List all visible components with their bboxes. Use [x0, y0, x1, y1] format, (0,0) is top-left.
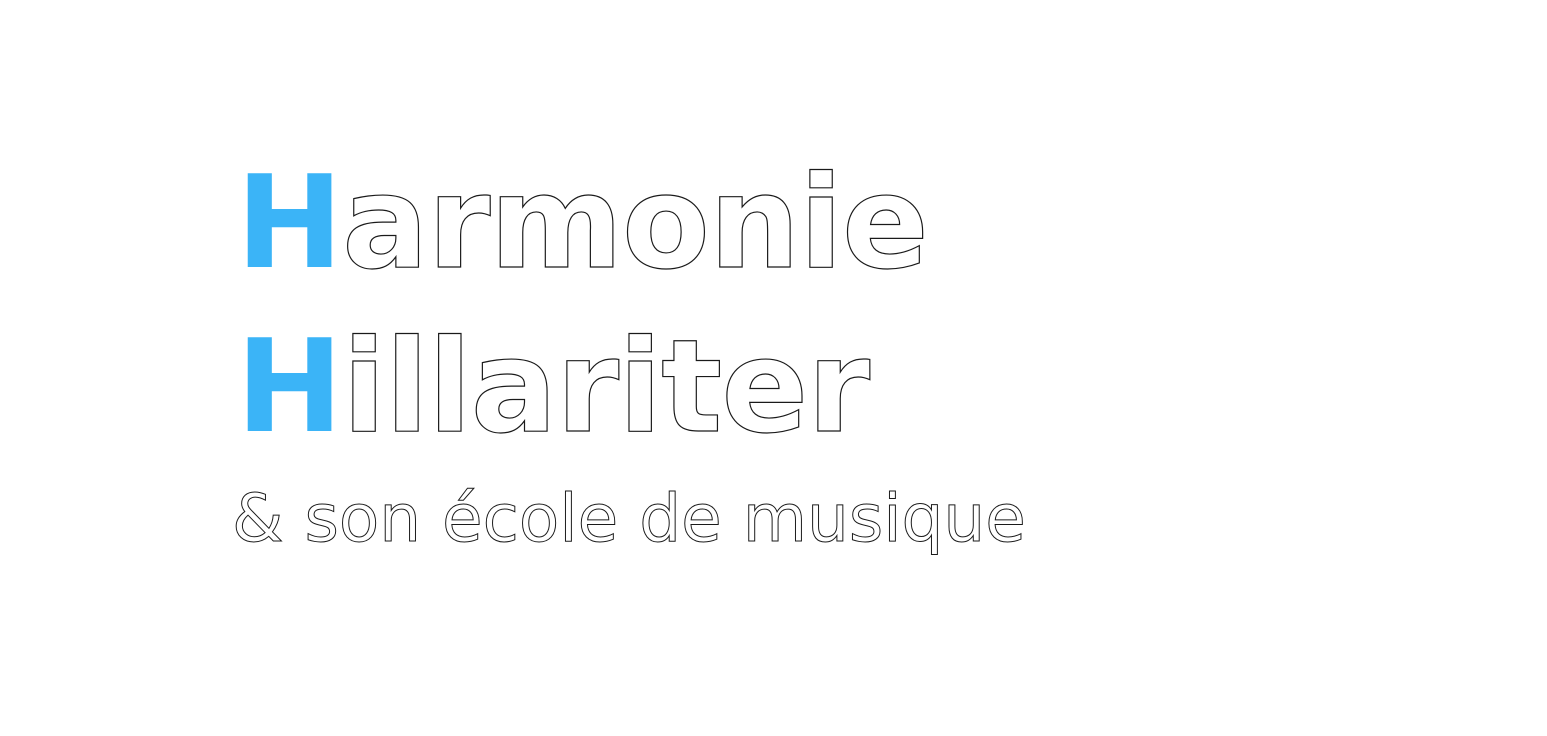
logo-word-harmonie: armonie: [342, 149, 930, 298]
logo-tagline: & son école de musique: [232, 480, 1027, 557]
logo-line-harmonie: Harmonie: [236, 159, 929, 288]
logo-line-hillariter: Hillariter: [236, 323, 871, 452]
brand-logo: Harmonie Hillariter & son école de musiq…: [0, 0, 1547, 736]
logo-initial-h-2: H: [236, 313, 343, 462]
logo-word-hillariter: illariter: [342, 313, 871, 462]
logo-initial-h-1: H: [236, 149, 343, 298]
